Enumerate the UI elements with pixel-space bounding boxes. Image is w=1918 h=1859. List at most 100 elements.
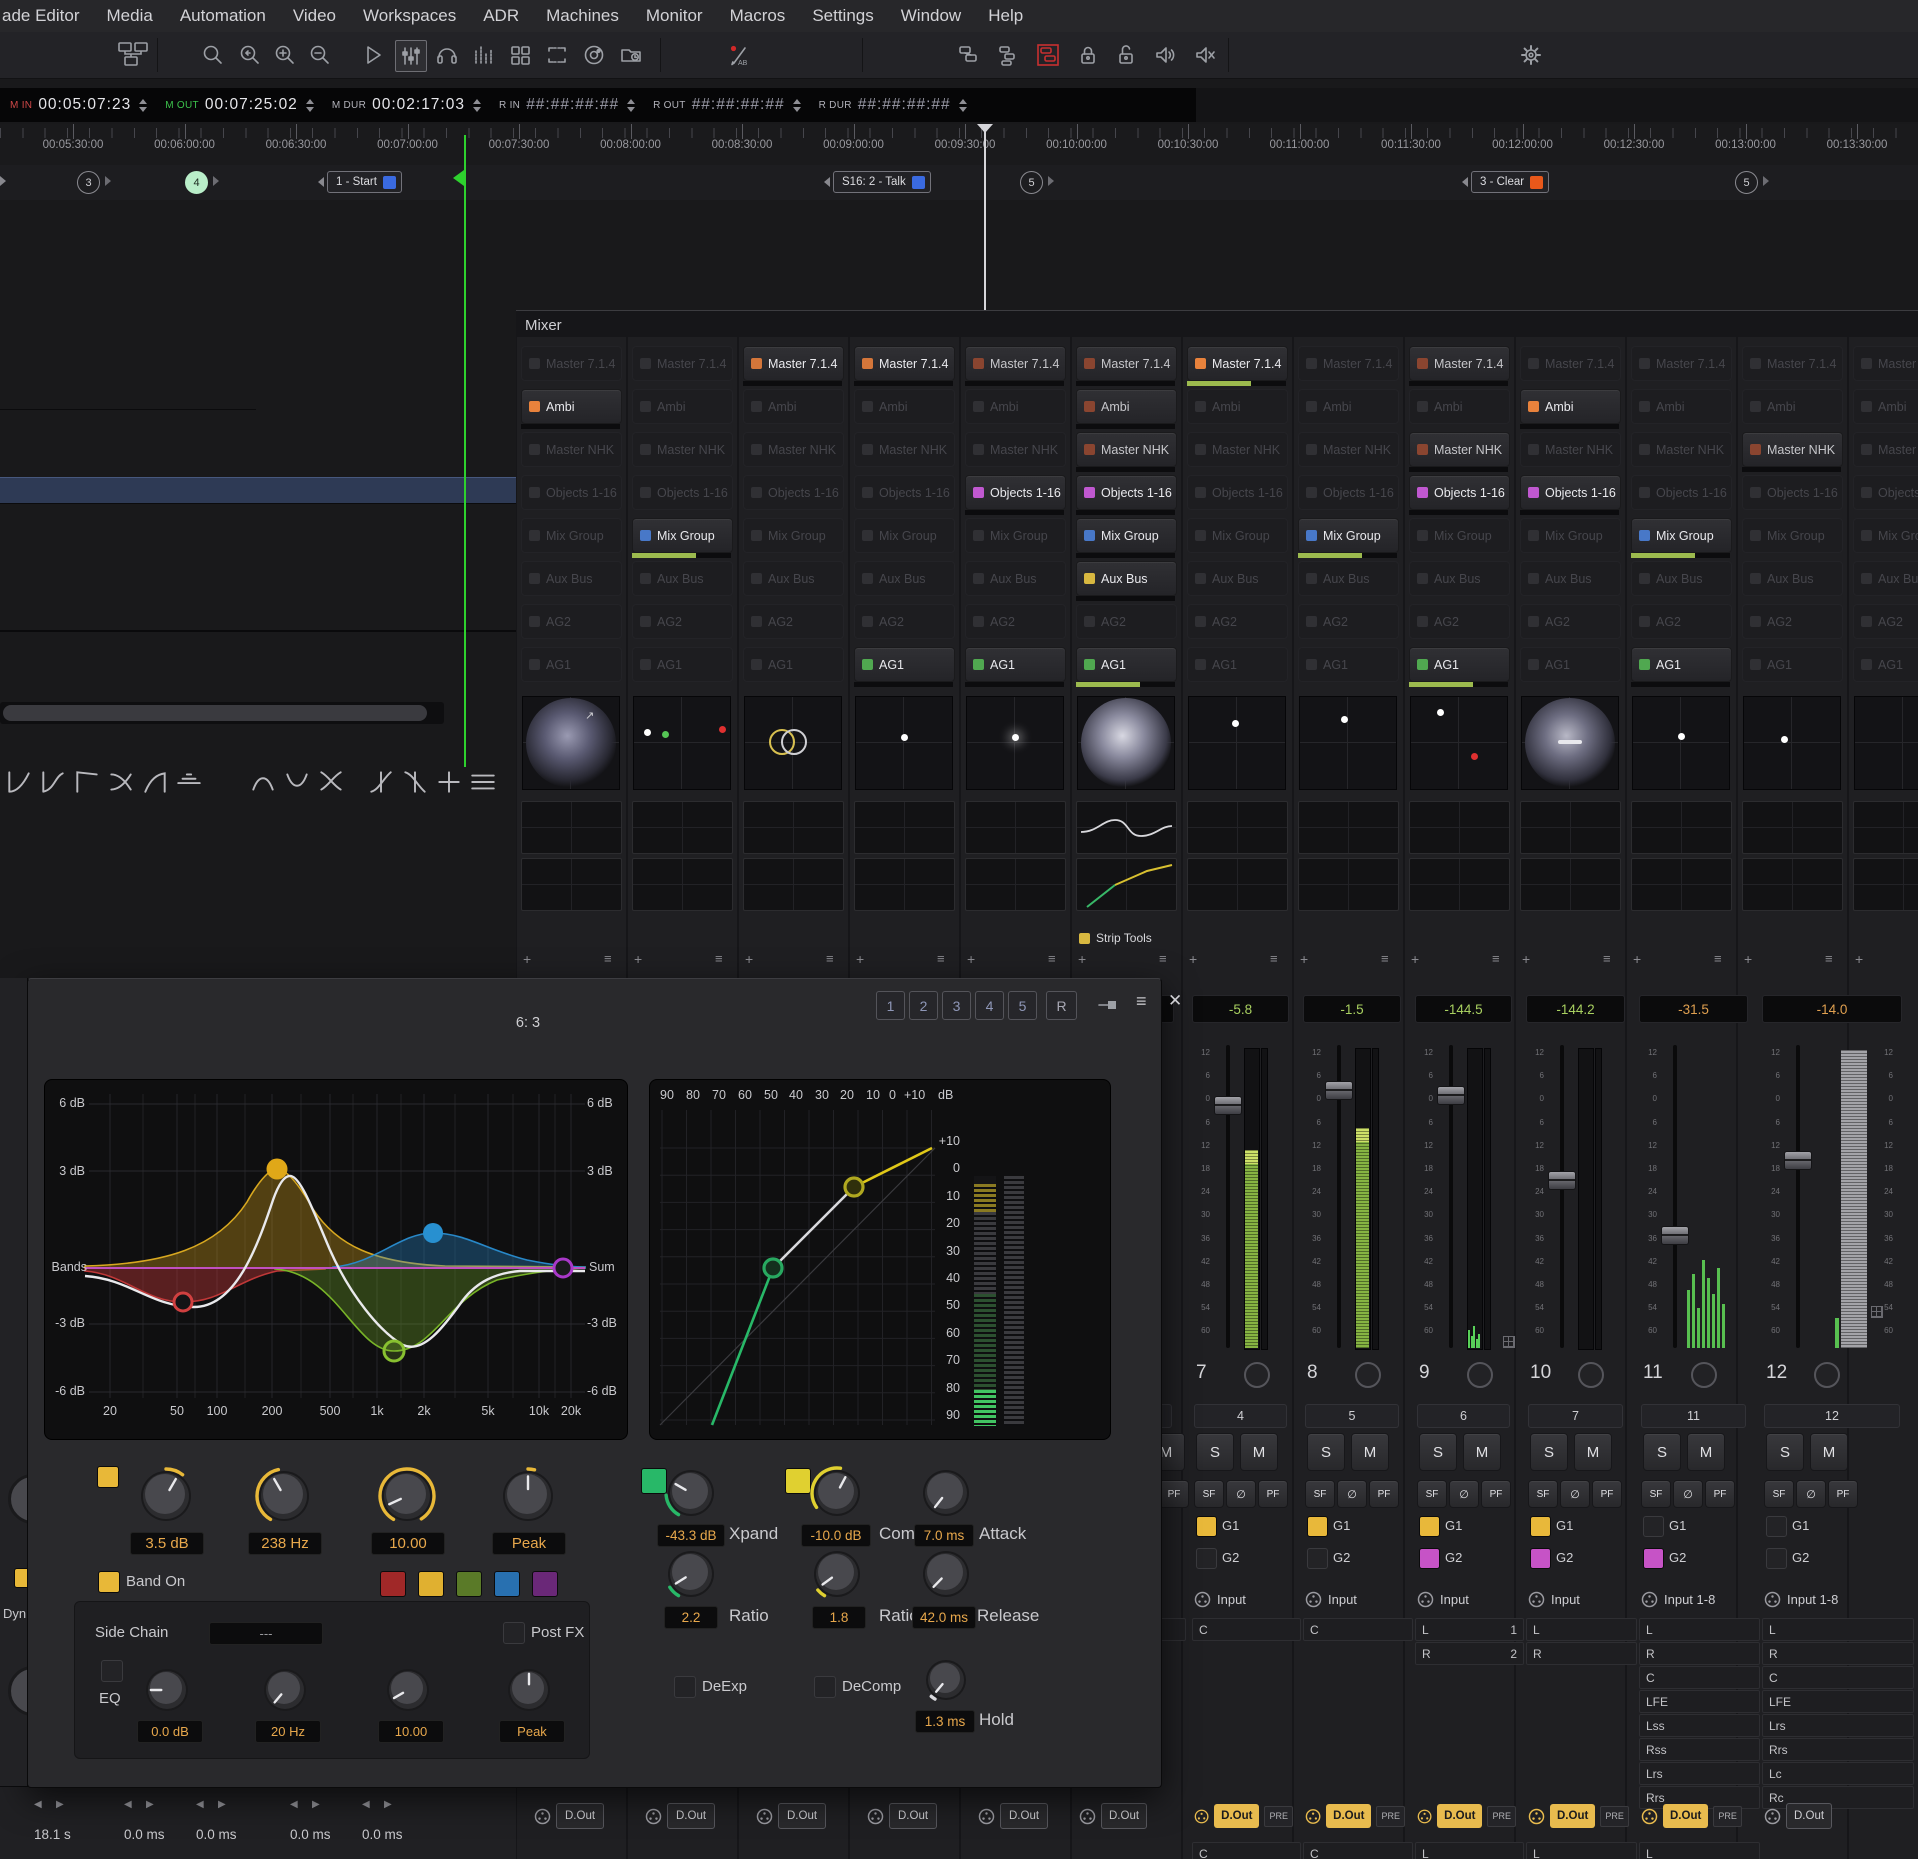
hold-knob[interactable] (921, 1655, 971, 1705)
group-2-checkbox[interactable] (1766, 1548, 1787, 1569)
marker-lane[interactable]: 341 - StartS16: 2 - Talk53 - Clear5 (0, 165, 1918, 201)
insert-slot[interactable] (1631, 801, 1732, 854)
partial-knob[interactable] (8, 1666, 28, 1716)
rack-menu-button[interactable]: ≡ (1714, 951, 1730, 967)
strip-reset-button[interactable]: R (1046, 991, 1077, 1020)
fade-tool-icon-10[interactable] (366, 768, 396, 796)
rack-slot-ag2[interactable]: AG2 (965, 604, 1066, 639)
routing-channel-box[interactable]: Rss (1639, 1738, 1760, 1761)
timecode-value-1[interactable]: 00:07:25:02 (205, 96, 298, 114)
rack-slot-master-7-1-4[interactable]: Master 7.1.4 (632, 346, 733, 381)
solo-button[interactable]: S (1766, 1433, 1804, 1471)
pan-display[interactable] (1188, 696, 1286, 790)
rack-slot-master-nhk[interactable]: Master NHK (632, 432, 733, 467)
h-scrollbar[interactable] (0, 702, 444, 724)
lowcut-freq-knob[interactable] (259, 1664, 311, 1716)
rack-slot-master-7-1-4[interactable]: Master 7.1.4 (965, 346, 1066, 381)
rack-menu-button[interactable]: ≡ (937, 951, 953, 967)
pan-display[interactable] (1854, 696, 1918, 790)
group-1-checkbox[interactable] (1530, 1516, 1551, 1537)
sf-button[interactable]: SF (1764, 1480, 1794, 1508)
lowcut-gain-value[interactable]: 0.0 dB (137, 1720, 203, 1743)
fade-tool-icon-6[interactable] (174, 768, 204, 796)
rack-slot-ag1[interactable]: AG1 (854, 647, 955, 682)
attack-value[interactable]: 7.0 ms (914, 1524, 974, 1547)
ratio1-value[interactable]: 2.2 (664, 1606, 718, 1629)
rack-slot-ambi[interactable]: Ambi (521, 389, 622, 424)
folder-clock-icon[interactable] (618, 42, 644, 68)
timecode-value-5[interactable]: ##:##:##:## (858, 96, 951, 114)
group-1-checkbox[interactable] (1766, 1516, 1787, 1537)
solo-button[interactable]: S (1196, 1433, 1234, 1471)
phase-button[interactable]: ∅ (1337, 1480, 1367, 1508)
pan-display[interactable] (1743, 696, 1841, 790)
playhead-white-handle[interactable] (977, 124, 993, 133)
rack-slot-master-7-1-4[interactable]: Master 7.1.4 (1520, 346, 1621, 381)
strip-tools-row[interactable]: Strip Tools (1079, 929, 1175, 947)
group-1-checkbox[interactable] (1196, 1516, 1217, 1537)
nudge-value[interactable]: 0.0 ms (124, 1827, 194, 1843)
rack-slot-objects-1-16[interactable]: Objects 1-16 (1631, 475, 1732, 510)
rack-slot-aux-bus[interactable]: Aux Bus (1631, 561, 1732, 596)
phase-button[interactable]: ∅ (1796, 1480, 1826, 1508)
level-meter-icon[interactable] (470, 42, 496, 68)
insert-slot[interactable] (1631, 858, 1732, 911)
group-1-checkbox[interactable] (1643, 1516, 1664, 1537)
rack-slot-mix-group[interactable]: Mix Group (965, 518, 1066, 553)
rack-slot-mix-group[interactable]: Mix Group (743, 518, 844, 553)
phase-button[interactable]: ∅ (1673, 1480, 1703, 1508)
input-row[interactable]: Input (1528, 1589, 1627, 1609)
insert-slot[interactable] (743, 858, 844, 911)
solo-button[interactable]: S (1530, 1433, 1568, 1471)
rack-slot-mix-group[interactable]: Mix Group (1409, 518, 1510, 553)
rack-slot-objects-1-16[interactable]: Objects 1-16 (1298, 475, 1399, 510)
rack-add-button[interactable]: + (1300, 951, 1314, 967)
rack-slot-objects-1-16[interactable]: Objects 1-16 (965, 475, 1066, 510)
input-row[interactable]: Input 1-8 (1641, 1589, 1750, 1609)
nudge-value[interactable]: 0.0 ms (290, 1827, 360, 1843)
rack-slot-ag2[interactable]: AG2 (521, 604, 622, 639)
insert-slot[interactable] (1187, 858, 1288, 911)
rack-slot-master-nhk[interactable]: Master NHK (1853, 432, 1918, 467)
record-arm-button[interactable] (1467, 1362, 1493, 1388)
output-assign-box[interactable]: 12 (1764, 1404, 1900, 1428)
rack-slot-mix-group[interactable]: Mix Group (521, 518, 622, 553)
band-color-button-3[interactable] (456, 1571, 482, 1597)
close-icon[interactable]: ✕ (1168, 991, 1190, 1015)
timecode-value-2[interactable]: 00:02:17:03 (372, 96, 465, 114)
rack-slot-ag2[interactable]: AG2 (1631, 604, 1732, 639)
lowcut-type-value[interactable]: Peak (499, 1720, 565, 1743)
rack-slot-ag1[interactable]: AG1 (632, 647, 733, 682)
insert-slot[interactable] (632, 858, 733, 911)
menu-item-adr[interactable]: ADR (483, 6, 519, 26)
group-2-checkbox[interactable] (1419, 1548, 1440, 1569)
rack-slot-ag2[interactable]: AG2 (1520, 604, 1621, 639)
pre-button[interactable]: PRE (1487, 1806, 1516, 1827)
rack-slot-objects-1-16[interactable]: Objects 1-16 (1742, 475, 1843, 510)
rack-slot-ambi[interactable]: Ambi (1409, 389, 1510, 424)
fade-tool-icon-12[interactable] (434, 768, 464, 796)
rack-slot-master-7-1-4[interactable]: Master 7.1.4 (521, 346, 622, 381)
routing-channel-box[interactable]: C (1192, 1618, 1301, 1641)
rack-slot-master-nhk[interactable]: Master NHK (965, 432, 1066, 467)
rack-slot-aux-bus[interactable]: Aux Bus (965, 561, 1066, 596)
hold-value[interactable]: 1.3 ms (915, 1710, 975, 1733)
fade-tool-icon-8[interactable] (282, 768, 312, 796)
rack-add-button[interactable]: + (1633, 951, 1647, 967)
band-q-knob[interactable] (377, 1466, 437, 1526)
nudge-right-icon[interactable]: ▶ (146, 1799, 158, 1813)
rack-slot-master-7-1-4[interactable]: Master 7.1.4 (1076, 346, 1177, 381)
pan-display[interactable] (1299, 696, 1397, 790)
lowcut-q-knob[interactable] (382, 1664, 434, 1716)
menu-item-help[interactable]: Help (988, 6, 1023, 26)
menu-item-machines[interactable]: Machines (546, 6, 619, 26)
nudge-right-icon[interactable]: ▶ (312, 1799, 324, 1813)
rack-slot-aux-bus[interactable]: Aux Bus (854, 561, 955, 596)
routing-channel-box[interactable]: L (1639, 1842, 1760, 1859)
band-type-value[interactable]: Peak (492, 1532, 566, 1555)
band-gain-value[interactable]: 3.5 dB (130, 1532, 204, 1555)
rack-slot-mix-group[interactable]: Mix Group (1742, 518, 1843, 553)
nudge-value[interactable]: 0.0 ms (196, 1827, 266, 1843)
band-gain-knob[interactable] (136, 1466, 196, 1526)
rack-menu-button[interactable]: ≡ (604, 951, 620, 967)
